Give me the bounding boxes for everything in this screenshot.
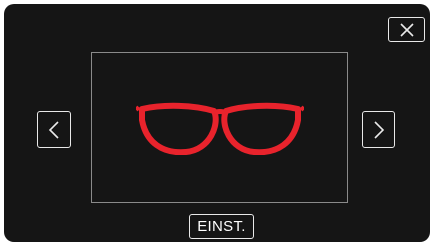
- close-button[interactable]: [388, 17, 425, 42]
- next-button[interactable]: [362, 111, 395, 148]
- previous-button[interactable]: [37, 111, 71, 148]
- chevron-left-icon: [48, 120, 60, 139]
- close-icon: [397, 22, 417, 37]
- set-button[interactable]: EINST.: [189, 214, 254, 239]
- glasses-icon: [136, 102, 304, 155]
- chevron-right-icon: [373, 120, 385, 139]
- camera-screen: EINST.: [4, 4, 430, 242]
- effect-preview-frame: [91, 52, 348, 203]
